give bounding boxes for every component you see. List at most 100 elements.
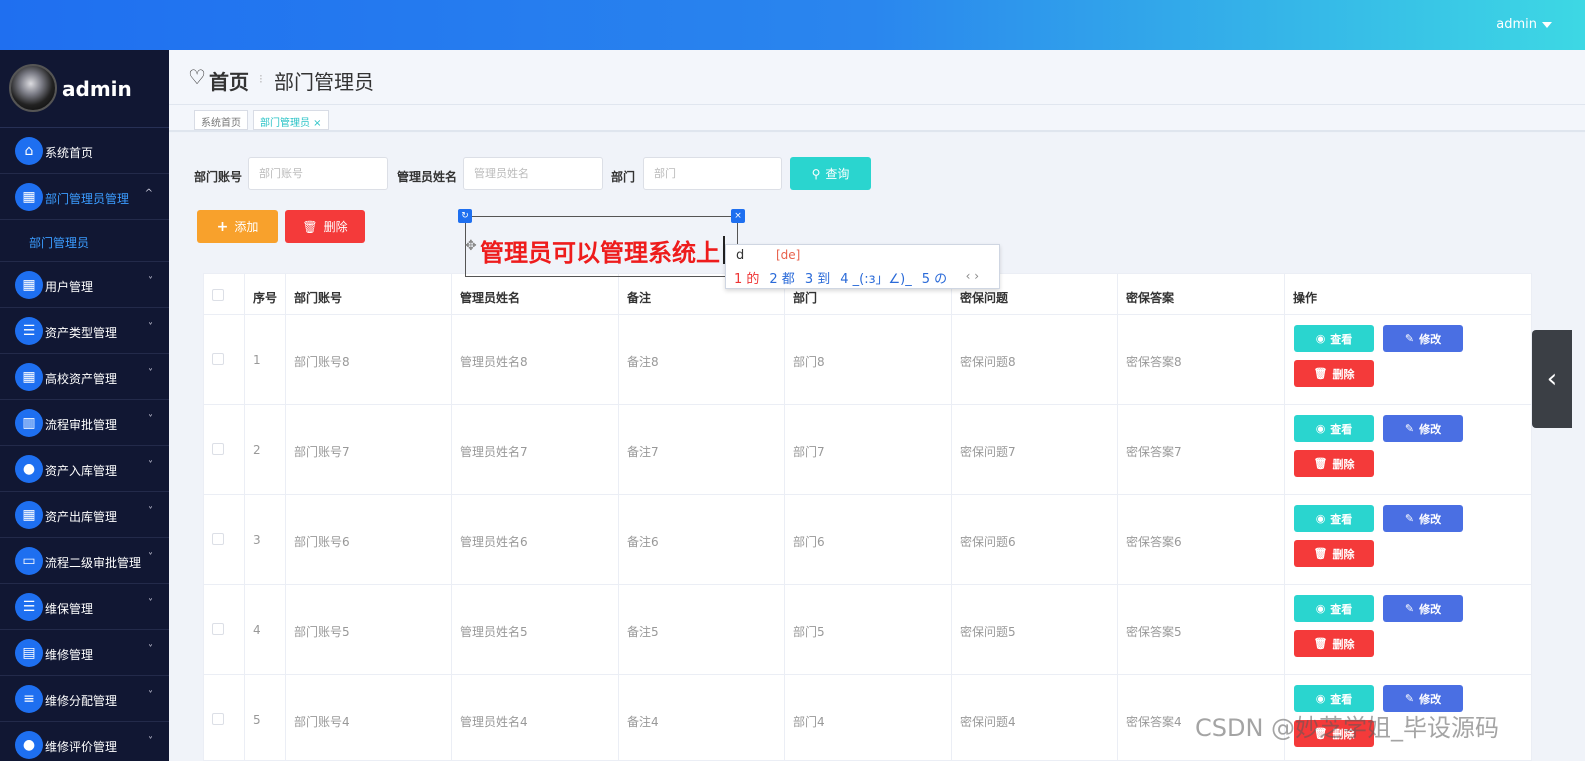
print-icon: ▤: [15, 639, 43, 667]
column-header: 管理员姓名: [460, 291, 521, 305]
table-cell: 3: [253, 533, 261, 547]
sidebar-item[interactable]: ☰ 资产类型管理 ˅: [0, 308, 169, 354]
table-cell: 备注6: [627, 535, 659, 549]
row-checkbox[interactable]: [212, 353, 224, 365]
delete-button-label: 删除: [1332, 637, 1355, 651]
table-row: 3 部门账号6 管理员姓名6 备注6 部门6 密保问题6 密保答案6 ◉ 查看 ✎ 修改 🗑 删除: [204, 494, 1531, 584]
sidebar-item-label: 维修分配管理: [45, 694, 118, 708]
sidebar-item-label: 部门管理员管理: [45, 192, 130, 206]
row-checkbox[interactable]: [212, 533, 224, 545]
ime-page-nav[interactable]: ‹ ›: [966, 269, 979, 283]
delete-label: 删除: [323, 220, 348, 234]
sidebar-subitem-label: 部门管理员: [29, 236, 90, 250]
delete-button[interactable]: 🗑 删除: [1294, 630, 1374, 657]
profile-name: admin: [62, 77, 132, 101]
rotate-icon[interactable]: ↻: [458, 209, 472, 223]
annotation-text[interactable]: 管理员可以管理系统上: [480, 233, 720, 268]
edit-button-label: 修改: [1419, 422, 1442, 436]
sidebar-item[interactable]: ▦ 资产出库管理 ˅: [0, 492, 169, 538]
caret-down-icon[interactable]: [1542, 21, 1552, 28]
eye-icon: ◉: [1315, 422, 1326, 435]
ime-candidate[interactable]: 3 到: [805, 272, 830, 287]
edit-icon: ✎: [1404, 602, 1415, 615]
table-cell: 4: [253, 623, 261, 637]
watermark: CSDN @妙芝学姐_毕设源码: [1195, 714, 1500, 742]
sidebar-item[interactable]: ● 维修评价管理 ˅: [0, 722, 169, 761]
edit-button[interactable]: ✎ 修改: [1383, 505, 1463, 532]
view-button[interactable]: ◉ 查看: [1294, 325, 1374, 352]
column-header: 操作: [1293, 291, 1318, 305]
row-checkbox[interactable]: [212, 713, 224, 725]
sidebar-item[interactable]: ⌂ 系统首页: [0, 128, 169, 174]
sidebar-item-label: 用户管理: [45, 280, 94, 294]
view-button[interactable]: ◉ 查看: [1294, 505, 1374, 532]
chevron-icon: ^: [144, 188, 153, 199]
ime-candidate[interactable]: 1 的: [734, 272, 759, 287]
table-cell: 部门8: [793, 355, 825, 369]
sidebar-item-label: 维修管理: [45, 648, 94, 662]
view-button-label: 查看: [1330, 422, 1353, 436]
table-cell: 管理员姓名8: [460, 355, 528, 369]
edit-icon: ✎: [1404, 332, 1415, 345]
avatar: [9, 64, 57, 112]
breadcrumb-home[interactable]: 首页: [209, 66, 249, 95]
view-button[interactable]: ◉ 查看: [1294, 415, 1374, 442]
main-content: 部门账号 部门账号 管理员姓名 管理员姓名 部门 部门 ⚲ 查询 + 添加 🗑 删除 …: [169, 133, 1585, 761]
edit-button[interactable]: ✎ 修改: [1383, 595, 1463, 622]
sidebar-item[interactable]: ▤ 维修管理 ˅: [0, 630, 169, 676]
tag-dept-admin[interactable]: 部门管理员 ×: [253, 110, 329, 130]
table-cell: 部门账号4: [294, 715, 350, 729]
sidebar-item-label: 资产出库管理: [45, 510, 118, 524]
table-cell: 部门账号6: [294, 535, 350, 549]
query-label: 查询: [825, 167, 850, 181]
select-all-checkbox[interactable]: [212, 289, 224, 301]
add-button[interactable]: + 添加: [197, 210, 278, 243]
table-row: 1 部门账号8 管理员姓名8 备注8 部门8 密保问题8 密保答案8 ◉ 查看 ✎ 修改 🗑 删除: [204, 314, 1531, 404]
sidebar-item[interactable]: ≡ 维修分配管理 ˅: [0, 676, 169, 722]
delete-button[interactable]: 🗑 删除: [1294, 450, 1374, 477]
plus-icon: +: [216, 218, 229, 235]
delete-button[interactable]: 🗑 删除: [1294, 540, 1374, 567]
chevron-left-icon[interactable]: ‹: [1547, 364, 1557, 394]
sidebar-item[interactable]: ▥ 流程审批管理 ˅: [0, 400, 169, 446]
name-input[interactable]: 管理员姓名: [463, 157, 603, 190]
side-collapse-tab[interactable]: ‹: [1532, 330, 1572, 428]
search-icon: ⚲: [811, 166, 821, 181]
tag-home[interactable]: 系统首页: [194, 110, 248, 130]
view-button[interactable]: ◉ 查看: [1294, 595, 1374, 622]
ime-candidate-window[interactable]: d [de] 1 的 2 都 3 到 4 _(:з」∠)_ 5 の ‹ ›: [725, 244, 1000, 289]
ime-candidate[interactable]: 5 の: [922, 272, 947, 287]
account-input[interactable]: 部门账号: [248, 157, 388, 190]
table-row: 4 部门账号5 管理员姓名5 备注5 部门5 密保问题5 密保答案5 ◉ 查看 ✎ 修改 🗑 删除: [204, 584, 1531, 674]
move-icon[interactable]: ✥: [465, 238, 477, 254]
row-checkbox[interactable]: [212, 443, 224, 455]
sidebar-item-label: 流程审批管理: [45, 418, 118, 432]
delete-button[interactable]: 🗑 删除: [1294, 360, 1374, 387]
edit-button[interactable]: ✎ 修改: [1383, 415, 1463, 442]
user-name[interactable]: admin: [1496, 17, 1537, 32]
batch-delete-button[interactable]: 🗑 删除: [285, 210, 365, 243]
query-button[interactable]: ⚲ 查询: [790, 157, 871, 190]
dept-label: 部门: [611, 170, 636, 184]
close-icon[interactable]: ×: [731, 209, 745, 223]
dept-input[interactable]: 部门: [643, 157, 782, 190]
sidebar-item[interactable]: ▦ 部门管理员管理 ^: [0, 174, 169, 220]
table-cell: 部门4: [793, 715, 825, 729]
table-cell: 密保答案5: [1126, 625, 1182, 639]
row-checkbox[interactable]: [212, 623, 224, 635]
sidebar-item[interactable]: ▭ 流程二级审批管理 ˅: [0, 538, 169, 584]
sidebar-item[interactable]: ☰ 维保管理 ˅: [0, 584, 169, 630]
user-menu[interactable]: admin: [1496, 17, 1552, 32]
apps-icon: ▦: [15, 363, 43, 391]
sidebar-item[interactable]: ▦ 高校资产管理 ˅: [0, 354, 169, 400]
bulb-icon: ●: [15, 455, 43, 483]
edit-button-label: 修改: [1419, 692, 1442, 706]
edit-button[interactable]: ✎ 修改: [1383, 325, 1463, 352]
ime-pinyin: [de]: [776, 248, 801, 262]
ime-candidate[interactable]: 2 都: [769, 272, 794, 287]
edit-button-label: 修改: [1419, 512, 1442, 526]
ime-candidate[interactable]: 4 _(:з」∠)_: [840, 272, 912, 287]
sidebar-item[interactable]: ▦ 用户管理 ˅: [0, 262, 169, 308]
sidebar-item[interactable]: ● 资产入库管理 ˅: [0, 446, 169, 492]
sidebar-subitem[interactable]: 部门管理员: [0, 220, 169, 262]
